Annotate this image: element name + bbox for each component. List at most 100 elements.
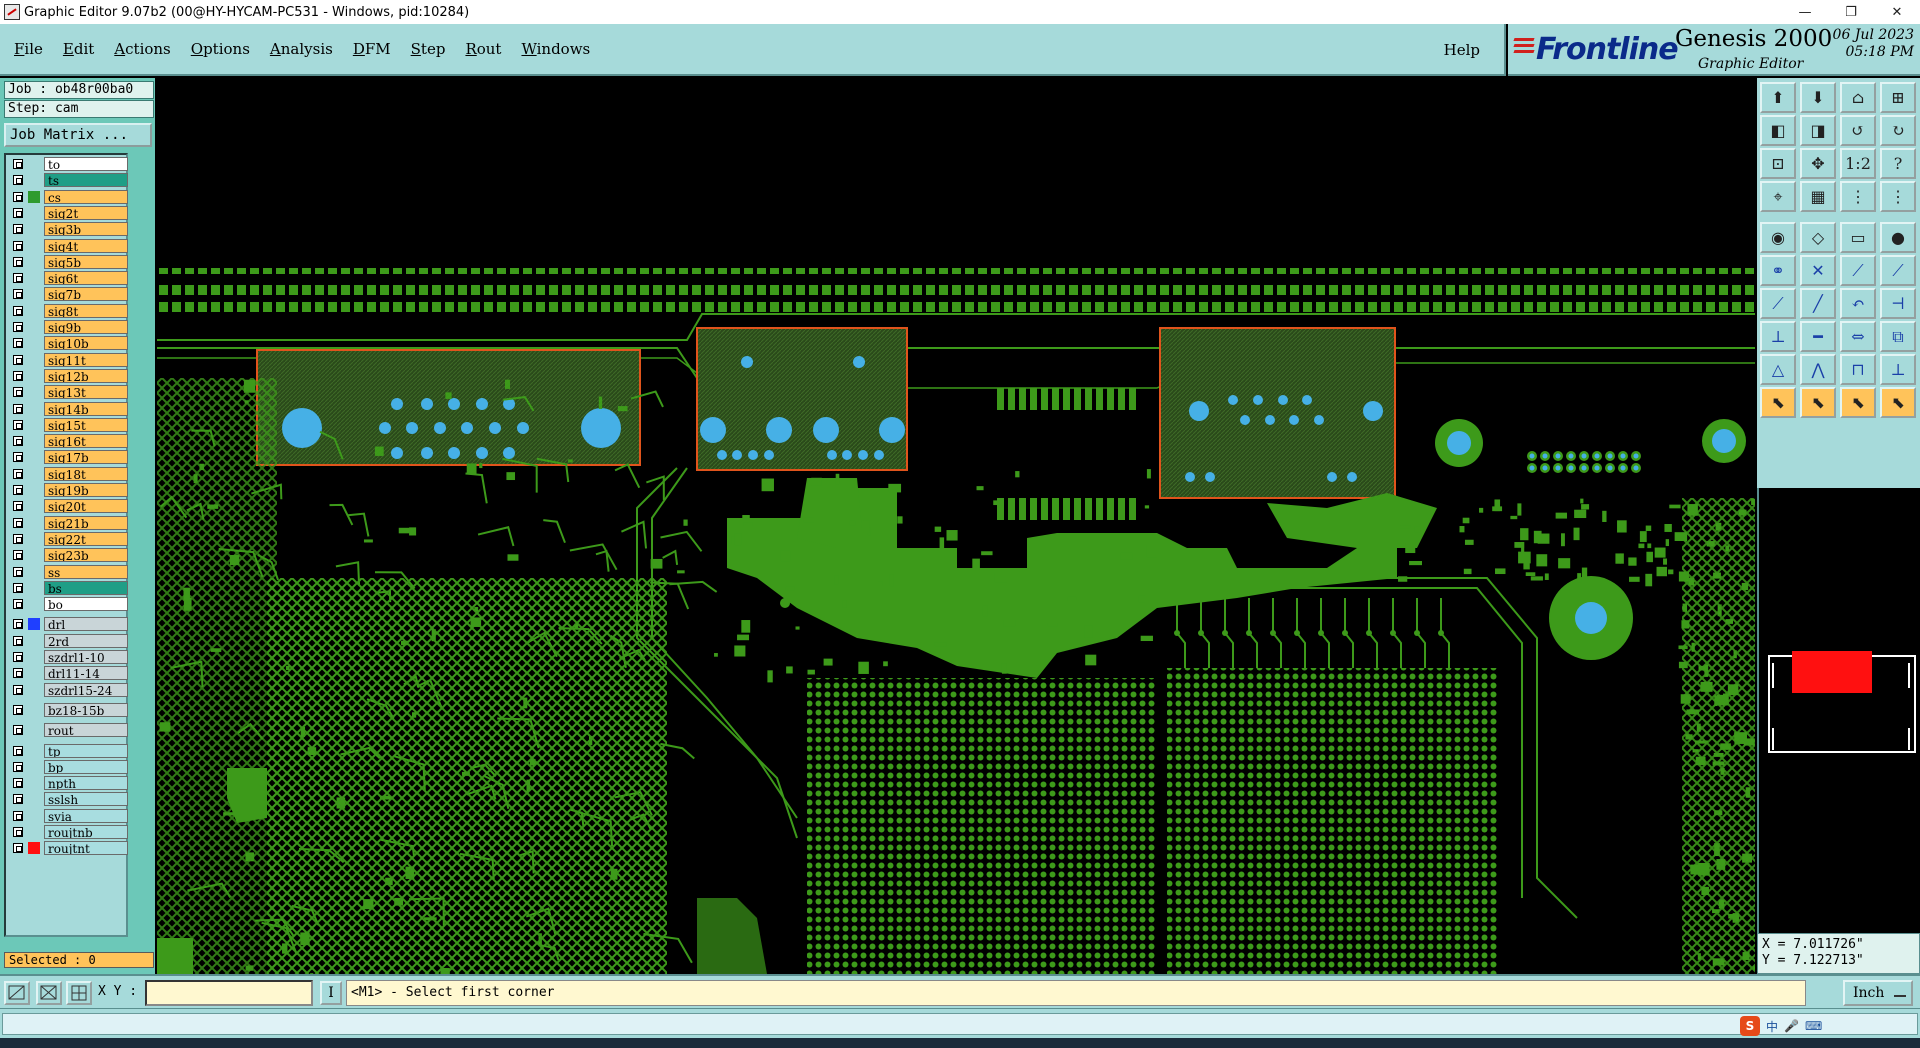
layer-row-svia[interactable]: svia	[9, 808, 128, 823]
layer-row-bs[interactable]: bs	[9, 580, 128, 595]
layer-row-sig15t[interactable]: sig15t	[9, 417, 128, 432]
grid-toggle-icon[interactable]: ▦	[1800, 181, 1836, 212]
layer-checkbox[interactable]	[13, 843, 23, 854]
input-language[interactable]: 中	[1766, 1018, 1778, 1035]
layer-checkbox[interactable]	[13, 794, 23, 805]
layer-checkbox[interactable]	[13, 419, 23, 430]
layer-checkbox[interactable]	[13, 289, 23, 300]
line-icon[interactable]: ▭	[1840, 222, 1876, 253]
grid-icon[interactable]	[66, 981, 92, 1005]
layer-row-roujtnt[interactable]: roujtnt	[9, 841, 128, 856]
layer-row-sig6t[interactable]: sig6t	[9, 271, 128, 286]
draw-line-icon[interactable]: ⟋	[1760, 288, 1796, 319]
layer-row-sig16t[interactable]: sig16t	[9, 434, 128, 449]
layer-row-sslsh[interactable]: sslsh	[9, 792, 128, 807]
cross-icon[interactable]: ✕	[1800, 255, 1836, 286]
layer-row-bo[interactable]: bo	[9, 597, 128, 612]
layer-checkbox[interactable]	[13, 191, 23, 202]
layer-row-sig7b[interactable]: sig7b	[9, 287, 128, 302]
layer-checkbox[interactable]	[13, 827, 23, 837]
connect-icon[interactable]: ⟋	[1840, 255, 1876, 286]
graphic-canvas[interactable]	[157, 78, 1755, 974]
layer-checkbox[interactable]	[13, 224, 23, 235]
layer-checkbox[interactable]	[13, 725, 23, 736]
angle-icon[interactable]: ⋀	[1800, 354, 1836, 385]
layer-checkbox[interactable]	[13, 668, 23, 679]
layer-checkbox[interactable]	[13, 810, 23, 821]
layer-checkbox[interactable]	[13, 684, 23, 695]
pcb-view[interactable]	[157, 78, 1755, 974]
layer-checkbox[interactable]	[13, 338, 23, 349]
pan-icon[interactable]: ✥	[1800, 148, 1836, 179]
open-step-icon[interactable]: ⬆	[1760, 82, 1796, 113]
keyboard-icon[interactable]: ⌨	[1805, 1019, 1822, 1033]
layer-row-sig9b[interactable]: sig9b	[9, 320, 128, 334]
menu-options[interactable]: Options	[191, 40, 250, 58]
layer-checkbox[interactable]	[13, 599, 23, 610]
layer-checkbox[interactable]	[13, 370, 23, 381]
layer-row-bp[interactable]: bp	[9, 759, 128, 774]
layer-checkbox[interactable]	[13, 566, 23, 577]
right-layer-icon[interactable]: ◨	[1800, 115, 1836, 146]
layer-row-cs[interactable]: cs	[9, 189, 128, 204]
layer-row-ts[interactable]: ts	[9, 173, 128, 188]
layer-row-sig18t[interactable]: sig18t	[9, 466, 128, 481]
edge-icon[interactable]: ⊥	[1880, 354, 1916, 385]
measure-red-icon[interactable]: ⋮	[1840, 181, 1876, 212]
layer-row-sig17b[interactable]: sig17b	[9, 450, 128, 465]
layer-row-roujtnb[interactable]: roujtnb	[9, 825, 128, 839]
layer-checkbox[interactable]	[13, 485, 23, 495]
layer-checkbox[interactable]	[13, 704, 23, 715]
layer-checkbox[interactable]	[13, 619, 23, 630]
layer-checkbox[interactable]	[13, 387, 23, 398]
menu-actions[interactable]: Actions	[114, 40, 170, 58]
layer-checkbox[interactable]	[13, 501, 23, 512]
microphone-icon[interactable]: 🎤	[1784, 1019, 1799, 1033]
layer-row-sig11t[interactable]: sig11t	[9, 352, 128, 367]
close-button[interactable]: ✕	[1874, 0, 1920, 24]
layer-row-sig14b[interactable]: sig14b	[9, 401, 128, 416]
layer-row-sig20t[interactable]: sig20t	[9, 499, 128, 514]
layer-checkbox[interactable]	[13, 635, 23, 646]
xy-input[interactable]	[145, 980, 313, 1006]
layer-checkbox[interactable]	[13, 354, 23, 365]
left-layer-icon[interactable]: ◧	[1760, 115, 1796, 146]
layer-row-sig4t[interactable]: sig4t	[9, 238, 128, 253]
menu-windows[interactable]: Windows	[521, 40, 590, 58]
select-net-icon[interactable]: ⬉	[1840, 387, 1876, 418]
layer-checkbox[interactable]	[13, 240, 23, 251]
layer-list[interactable]: to ts cs sig2t sig3b sig4t sig5b sig6t sig7b sig8…	[4, 153, 128, 937]
menu-dfm[interactable]: DFM	[353, 40, 391, 58]
layer-row-sig23b[interactable]: sig23b	[9, 548, 128, 563]
layer-checkbox[interactable]	[13, 761, 23, 772]
layer-row-szdrl15-24[interactable]: szdrl15-24	[9, 682, 128, 697]
menu-step[interactable]: Step	[411, 40, 446, 58]
measure-step-icon[interactable]: ⋮	[1880, 181, 1916, 212]
menu-rout[interactable]: Rout	[465, 40, 501, 58]
help-icon[interactable]: ?	[1880, 148, 1916, 179]
unit-select[interactable]: Inch	[1843, 980, 1913, 1006]
snap-icon[interactable]: ⌖	[1760, 181, 1796, 212]
layer-row-bz18-15b[interactable]: bz18-15b	[9, 702, 128, 717]
layer-checkbox[interactable]	[13, 745, 23, 756]
layer-row-drl11-14[interactable]: drl11-14	[9, 666, 128, 681]
layer-row-ss[interactable]: ss	[9, 564, 128, 579]
save-icon[interactable]: ⬇	[1800, 82, 1836, 113]
circle-icon[interactable]: ●	[1880, 222, 1916, 253]
draw-slash-icon[interactable]: ╱	[1800, 288, 1836, 319]
copy-icon[interactable]: ⧉	[1880, 321, 1916, 352]
resize-icon[interactable]: ⇔	[1840, 321, 1876, 352]
overview-map[interactable]	[1759, 488, 1920, 933]
split-icon[interactable]: ⊣	[1880, 288, 1916, 319]
split-view-icon[interactable]: ⊞	[1880, 82, 1916, 113]
layer-row-sig2t[interactable]: sig2t	[9, 205, 128, 220]
layer-row-sig22t[interactable]: sig22t	[9, 531, 128, 546]
layer-checkbox[interactable]	[13, 533, 23, 544]
layer-checkbox[interactable]	[13, 175, 23, 186]
layer-checkbox[interactable]	[13, 452, 23, 463]
layer-row-sig13t[interactable]: sig13t	[9, 385, 128, 400]
menu-file[interactable]: File	[14, 40, 43, 58]
layer-checkbox[interactable]	[13, 322, 23, 332]
layer-row-szdrl1-10[interactable]: szdrl1-10	[9, 650, 128, 664]
layer-row-sig12b[interactable]: sig12b	[9, 368, 128, 383]
